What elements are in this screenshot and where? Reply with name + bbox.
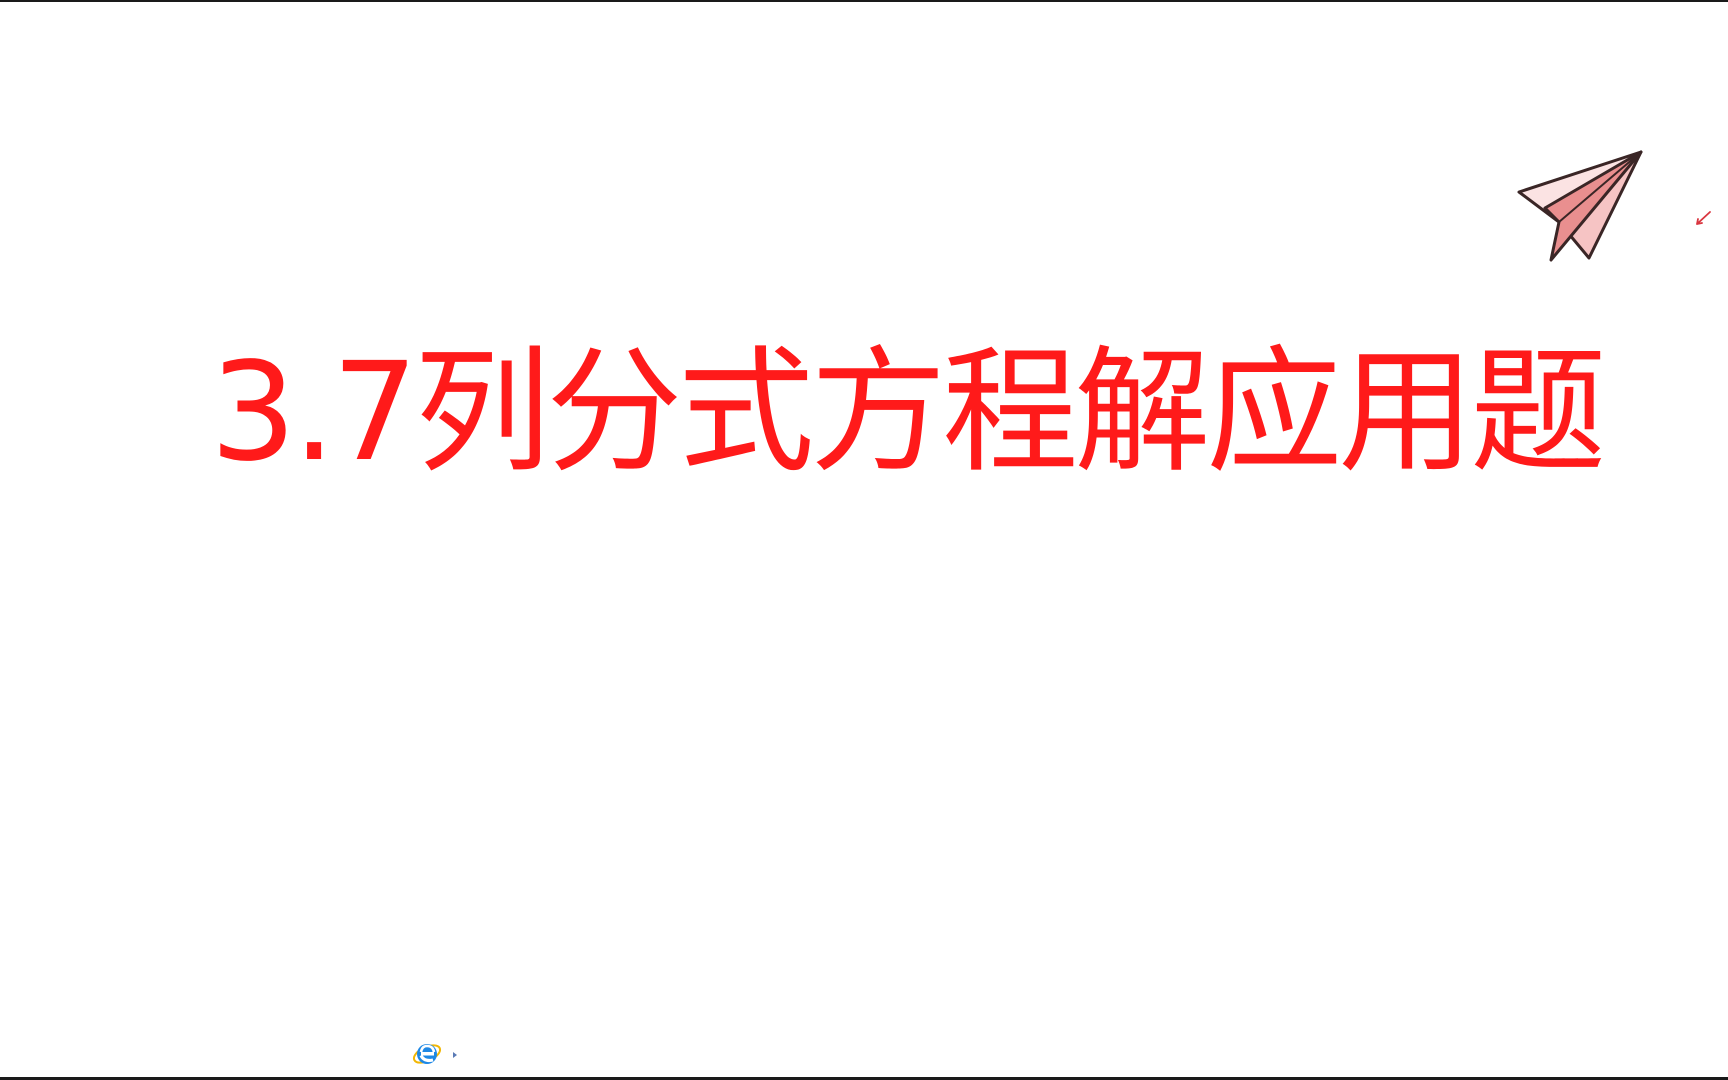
top-border [0,0,1728,2]
paper-plane-icon [1517,150,1643,262]
pen-mark-icon [1696,211,1711,225]
slide-title: 3.7列分式方程解应用题 [210,334,1606,492]
internet-explorer-button[interactable] [412,1036,462,1070]
slide-screen: 3.7列分式方程解应用题 [0,0,1728,1080]
internet-explorer-icon [412,1044,457,1064]
